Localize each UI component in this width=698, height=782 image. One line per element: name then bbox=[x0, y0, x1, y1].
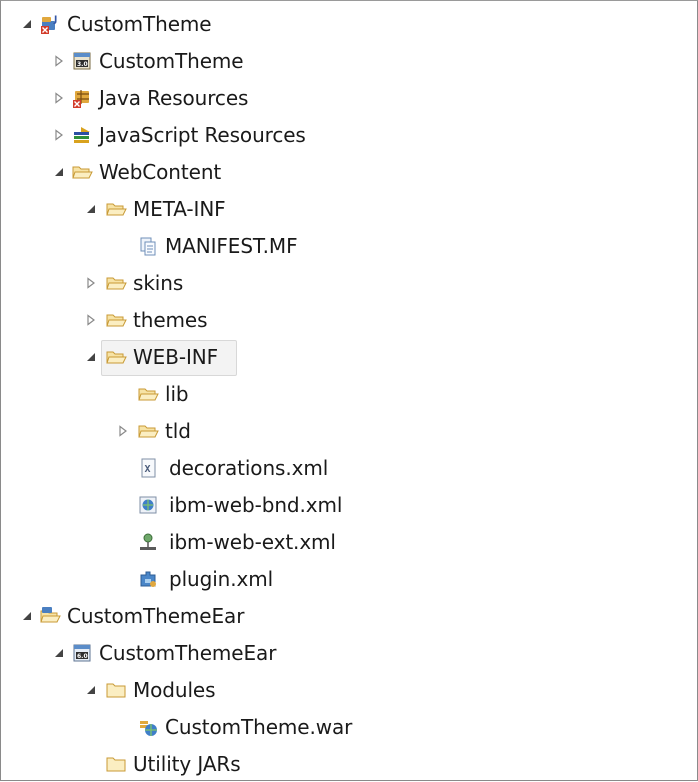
java-ee-project-icon: J bbox=[41, 15, 57, 34]
expanded-arrow-icon[interactable] bbox=[85, 203, 97, 215]
svg-text:6.0: 6.0 bbox=[77, 653, 88, 660]
tree-item-ear-descriptor[interactable]: 6.0 CustomThemeEar bbox=[1, 635, 681, 671]
tree-item-label: JavaScript Resources bbox=[99, 123, 306, 147]
expanded-arrow-icon[interactable] bbox=[85, 684, 97, 696]
folder-open-icon bbox=[106, 314, 127, 327]
tree-item-label: CustomThemeEar bbox=[99, 641, 277, 665]
tree-item-webcontent[interactable]: WebContent bbox=[1, 154, 681, 190]
tree-item-label: skins bbox=[133, 271, 184, 295]
tree-item-label: CustomTheme bbox=[99, 49, 244, 73]
expanded-arrow-icon[interactable] bbox=[53, 166, 65, 178]
expanded-arrow-icon[interactable] bbox=[53, 647, 65, 659]
tree-item-ibm-web-bnd-xml[interactable]: ibm-web-bnd.xml bbox=[1, 487, 681, 523]
tree-item-plugin-xml[interactable]: plugin.xml bbox=[1, 561, 681, 597]
tree-item-label: Modules bbox=[133, 678, 216, 702]
extensions-file-icon bbox=[140, 533, 156, 550]
bindings-file-icon bbox=[139, 496, 157, 514]
tree-item-java-resources[interactable]: Java Resources bbox=[1, 80, 681, 116]
plugin-file-icon bbox=[140, 571, 156, 587]
expanded-arrow-icon[interactable] bbox=[21, 18, 33, 30]
collapsed-arrow-icon[interactable] bbox=[117, 425, 129, 437]
tree-item-utility-jars[interactable]: Utility JARs bbox=[1, 746, 681, 782]
tree-item-skins[interactable]: skins bbox=[1, 265, 681, 301]
tree-item-web-inf[interactable]: WEB-INF bbox=[1, 339, 681, 376]
tree-item-label: lib bbox=[165, 382, 189, 406]
folder-open-icon bbox=[106, 351, 127, 364]
war-module-icon bbox=[140, 721, 157, 736]
xml-file-icon: X bbox=[141, 458, 156, 478]
tree-item-label: CustomTheme bbox=[67, 12, 212, 36]
folder-open-icon bbox=[106, 203, 127, 216]
tree-item-label: decorations.xml bbox=[169, 456, 329, 480]
tree-item-label: plugin.xml bbox=[169, 567, 274, 591]
tree-item-themes[interactable]: themes bbox=[1, 302, 681, 338]
tree-item-label: Utility JARs bbox=[133, 752, 241, 776]
svg-text:3.0: 3.0 bbox=[77, 61, 88, 68]
tree-item-label: tld bbox=[165, 419, 191, 443]
tree-item-deployment-descriptor[interactable]: 3.0 CustomTheme bbox=[1, 43, 681, 79]
tree-item-label: WEB-INF bbox=[133, 345, 219, 369]
tree-item-label: MANIFEST.MF bbox=[165, 234, 298, 258]
tree-item-label: CustomTheme.war bbox=[165, 715, 353, 739]
tree-item-tld[interactable]: tld bbox=[1, 413, 681, 449]
tree-item-modules[interactable]: Modules bbox=[1, 672, 681, 708]
tree-item-manifest[interactable]: MANIFEST.MF bbox=[1, 228, 681, 264]
tree-item-decorations-xml[interactable]: X decorations.xml bbox=[1, 450, 681, 486]
collapsed-arrow-icon[interactable] bbox=[85, 277, 97, 289]
tree-item-meta-inf[interactable]: META-INF bbox=[1, 191, 681, 227]
tree-item-customtheme-project[interactable]: J CustomTheme bbox=[1, 6, 681, 42]
tree-item-customthemeear-project[interactable]: CustomThemeEar bbox=[1, 598, 681, 634]
collapsed-arrow-icon[interactable] bbox=[85, 314, 97, 326]
expanded-arrow-icon[interactable] bbox=[21, 610, 33, 622]
folder-open-icon bbox=[106, 277, 127, 290]
tree-item-label: Java Resources bbox=[99, 86, 249, 110]
folder-open-icon bbox=[138, 388, 159, 401]
tree-item-label: ibm-web-bnd.xml bbox=[169, 493, 343, 517]
folder-open-icon bbox=[138, 425, 159, 438]
tree-item-label: themes bbox=[133, 308, 208, 332]
ear-project-icon bbox=[40, 607, 61, 623]
tree-item-label: META-INF bbox=[133, 197, 226, 221]
project-explorer-tree: J CustomTheme 3.0 CustomTheme Java Resou… bbox=[0, 0, 698, 781]
folder-closed-icon bbox=[106, 757, 126, 772]
collapsed-arrow-icon[interactable] bbox=[53, 92, 65, 104]
tree-item-javascript-resources[interactable]: JavaScript Resources bbox=[1, 117, 681, 153]
ear-6.0-descriptor-icon: 6.0 bbox=[73, 644, 91, 662]
tree-item-label: WebContent bbox=[99, 160, 222, 184]
svg-text:X: X bbox=[145, 464, 151, 475]
tree-item-lib[interactable]: lib bbox=[1, 376, 681, 412]
tree-item-ibm-web-ext-xml[interactable]: ibm-web-ext.xml bbox=[1, 524, 681, 560]
folder-open-icon bbox=[72, 166, 93, 179]
collapsed-arrow-icon[interactable] bbox=[53, 55, 65, 67]
svg-text:J: J bbox=[53, 15, 57, 25]
servlet-3.0-descriptor-icon: 3.0 bbox=[73, 52, 91, 70]
expanded-arrow-icon[interactable] bbox=[85, 351, 97, 363]
tree-item-label: ibm-web-ext.xml bbox=[169, 530, 336, 554]
tree-item-customtheme-war[interactable]: CustomTheme.war bbox=[1, 709, 681, 745]
folder-closed-icon bbox=[106, 683, 126, 698]
tree-item-label: CustomThemeEar bbox=[67, 604, 245, 628]
javascript-resources-icon bbox=[74, 127, 90, 143]
manifest-file-icon bbox=[140, 237, 156, 256]
java-resources-icon bbox=[73, 90, 89, 108]
collapsed-arrow-icon[interactable] bbox=[53, 129, 65, 141]
